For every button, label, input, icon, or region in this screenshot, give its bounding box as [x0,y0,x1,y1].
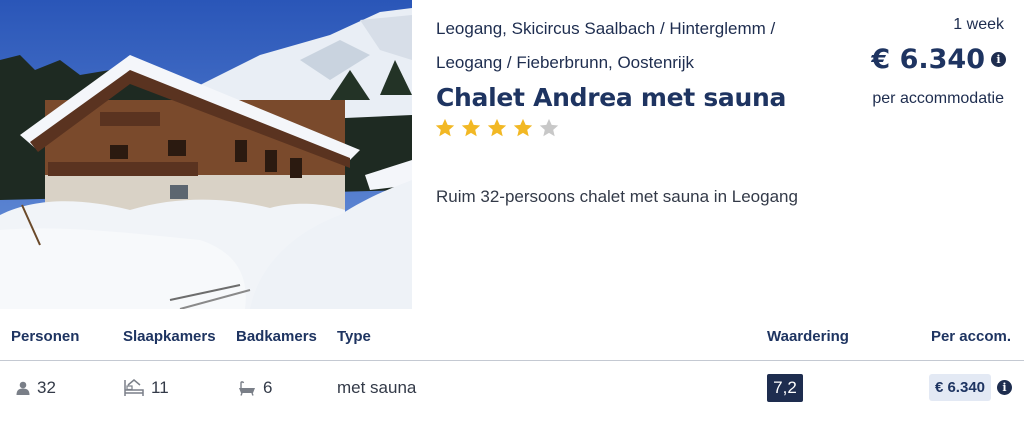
star-icon-filled [486,117,508,144]
info-icon[interactable]: i [991,52,1006,67]
bathtub-icon [237,380,257,396]
header-price: Per accom. [930,328,1011,345]
accommodation-photo[interactable] [0,0,412,309]
star-icon-empty [538,117,560,144]
location-line-1: Leogang, Skicircus Saalbach / Hinterglem… [436,19,776,38]
accommodation-description: Ruim 32-persoons chalet met sauna in Leo… [436,187,798,206]
details-table-header: Personen Slaapkamers Badkamers Type Waar… [0,309,1024,361]
persons-cell: 32 [15,378,56,398]
bedrooms-cell: 11 [123,378,169,398]
header-rating: Waardering [767,328,849,345]
star-icon-filled [434,117,456,144]
info-icon[interactable]: i [997,380,1012,395]
details-table-row: 32 11 6 met sauna 7,2 € 6.340 i [0,362,1024,422]
stay-duration: 1 week [953,16,1004,33]
location-line-2: Leogang / Fieberbrunn, Oostenrijk [436,53,694,72]
price-badge: € 6.340 [928,374,991,401]
person-icon [15,380,31,396]
rating-badge: 7,2 [767,374,803,402]
header-type: Type [337,328,371,345]
price-cell: € 6.340 i [928,374,1012,401]
bedrooms-value: 11 [151,378,169,397]
star-rating [434,117,560,144]
location: Leogang, Skicircus Saalbach / Hinterglem… [436,12,816,80]
star-icon-filled [460,117,482,144]
header-bathrooms: Badkamers [236,328,317,345]
persons-value: 32 [37,378,56,397]
bathrooms-value: 6 [263,378,273,397]
price-total: € 6.340 [871,44,985,75]
accommodation-title[interactable]: Chalet Andrea met sauna [436,83,786,112]
price-unit: per accommodatie [872,90,1004,107]
price-row: € 6.340 i [871,44,1006,75]
header-bedrooms: Slaapkamers [123,328,216,345]
bathrooms-cell: 6 [237,378,272,398]
type-value: met sauna [337,378,417,397]
star-icon-filled [512,117,534,144]
header-persons: Personen [11,328,80,345]
bed-icon [123,378,145,398]
